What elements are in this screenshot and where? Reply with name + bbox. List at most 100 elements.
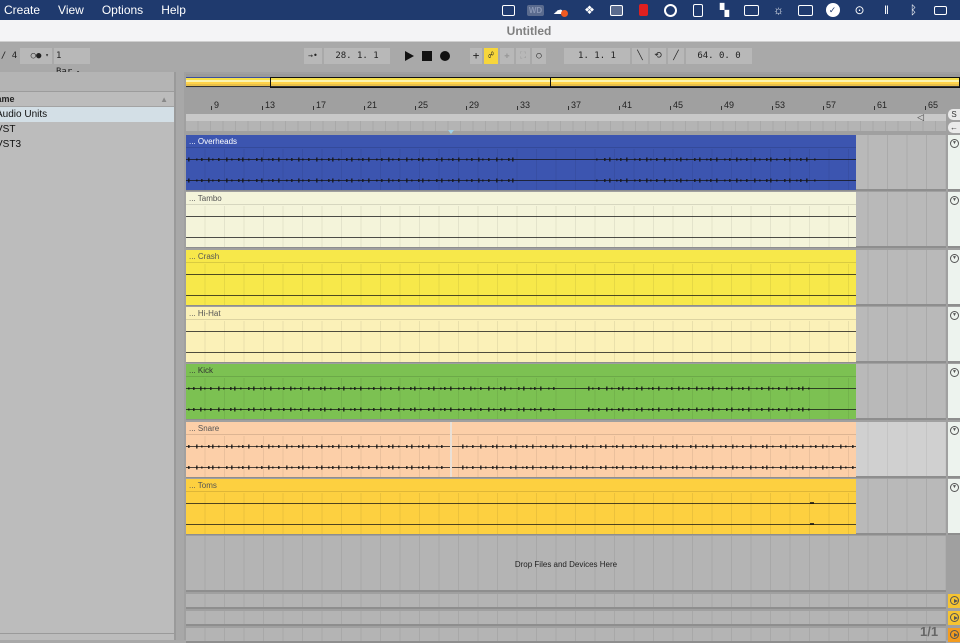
menu-options[interactable]: Options: [93, 0, 152, 20]
metronome-dropdown-icon[interactable]: ▾: [42, 48, 52, 64]
fold-icon[interactable]: ▼: [950, 310, 959, 320]
automation-arm-button[interactable]: ☍: [484, 48, 498, 64]
clip-title[interactable]: ... Overheads: [186, 135, 856, 148]
quantization-select[interactable]: 1 Bar▾: [54, 48, 90, 77]
circle-icon[interactable]: [657, 0, 684, 20]
browser-column-header[interactable]: Name ▲: [0, 92, 174, 107]
track-lane[interactable]: ... Overheads: [186, 135, 946, 191]
loop-end-marker-icon[interactable]: ◁: [917, 113, 924, 122]
punch-out-button[interactable]: ╱: [668, 48, 684, 64]
clip-title[interactable]: ... Toms: [186, 479, 856, 492]
browser-item-vst[interactable]: VST: [0, 122, 174, 137]
audio-clip[interactable]: ... Crash: [186, 249, 856, 305]
dropbox-icon[interactable]: ❖: [576, 0, 603, 20]
track-lane[interactable]: ... Snare: [186, 421, 946, 478]
clip-split-line: [450, 421, 452, 477]
menu-help[interactable]: Help: [152, 0, 195, 20]
clip-title[interactable]: ... Hi-Hat: [186, 307, 856, 320]
arrangement-overview[interactable]: [186, 74, 960, 88]
loop-start-field[interactable]: 1. 1. 1: [564, 48, 630, 64]
browser-header: [0, 72, 174, 92]
session-record-button[interactable]: ○: [532, 48, 546, 64]
play-circle-icon[interactable]: ⊙: [846, 0, 873, 20]
capture-button[interactable]: ⛶: [516, 48, 530, 64]
menu-view[interactable]: View: [49, 0, 93, 20]
wd-drive-icon[interactable]: WD: [522, 0, 549, 20]
fold-icon[interactable]: ▼: [950, 425, 959, 435]
layout-icon[interactable]: ▚: [711, 0, 738, 20]
back-to-arrangement-button[interactable]: ✚: [500, 48, 514, 64]
arrangement-position-field[interactable]: 28. 1. 1: [324, 48, 390, 64]
brightness-icon[interactable]: ☼: [765, 0, 792, 20]
add-button[interactable]: +: [470, 48, 482, 64]
track-header[interactable]: ▼: [948, 306, 960, 363]
audio-clip[interactable]: ... Toms: [186, 478, 856, 534]
track-lane[interactable]: ... Hi-Hat: [186, 306, 946, 363]
clip-grid: [186, 435, 856, 477]
fold-icon[interactable]: ▼: [950, 253, 959, 263]
record-button[interactable]: [440, 51, 450, 61]
audio-clip[interactable]: ... Kick: [186, 364, 856, 420]
camera-icon[interactable]: [792, 0, 819, 20]
overview-viewport[interactable]: [270, 77, 960, 88]
track-header[interactable]: ▼: [948, 478, 960, 535]
time-signature-denominator[interactable]: / 4: [0, 48, 18, 64]
scrub-area[interactable]: [186, 121, 946, 131]
loop-toggle-button[interactable]: ⟲: [650, 48, 666, 64]
window-icon[interactable]: [927, 0, 954, 20]
sort-icon[interactable]: ▲: [160, 92, 168, 107]
audio-clip[interactable]: ... Snare: [186, 421, 856, 477]
return-track-a-lane[interactable]: [186, 594, 946, 609]
track-header[interactable]: ▼: [948, 421, 960, 478]
track-lane[interactable]: ... Toms: [186, 478, 946, 535]
stop-button[interactable]: [422, 51, 432, 61]
track-lane[interactable]: ... Crash: [186, 249, 946, 306]
track-header[interactable]: ▼: [948, 135, 960, 191]
ruler-bar-61: 61: [873, 100, 888, 110]
fold-icon[interactable]: ▼: [950, 139, 959, 148]
s-button[interactable]: S: [948, 109, 960, 120]
keyboard-viewer-icon[interactable]: [495, 0, 522, 20]
return-track-b-lane[interactable]: [186, 611, 946, 626]
fold-icon[interactable]: ▼: [950, 482, 959, 492]
flashcard-icon[interactable]: [630, 0, 657, 20]
track-header[interactable]: ▼: [948, 192, 960, 249]
punch-in-button[interactable]: ╲: [632, 48, 648, 64]
drive-icon[interactable]: [603, 0, 630, 20]
audio-clip[interactable]: ... Tambo: [186, 192, 856, 248]
display-icon[interactable]: [738, 0, 765, 20]
clip-title[interactable]: ... Crash: [186, 250, 856, 263]
creative-cloud-icon[interactable]: ☁: [549, 0, 576, 20]
browser-item-vst3[interactable]: VST3: [0, 137, 174, 152]
audio-clip[interactable]: ... Overheads: [186, 135, 856, 190]
loop-length-field[interactable]: 64. 0. 0: [686, 48, 752, 64]
follow-button[interactable]: →•: [304, 48, 322, 64]
menu-create[interactable]: Create: [0, 0, 49, 20]
drop-zone[interactable]: Drop Files and Devices Here: [186, 536, 946, 592]
return-track-a-fold-button[interactable]: [948, 594, 960, 608]
window-title: Untitled: [506, 24, 552, 38]
fold-icon[interactable]: ▼: [950, 368, 959, 378]
audio-clip[interactable]: ... Hi-Hat: [186, 306, 856, 362]
back-arrow-button[interactable]: ←: [948, 122, 960, 133]
track-header[interactable]: ▼: [948, 364, 960, 421]
checkmark-icon[interactable]: ✓: [819, 0, 846, 20]
track-header[interactable]: ▼: [948, 249, 960, 306]
clip-title[interactable]: ... Snare: [186, 422, 856, 435]
track-lane[interactable]: ... Tambo: [186, 192, 946, 249]
play-button[interactable]: [405, 51, 414, 61]
track-lane[interactable]: ... Kick: [186, 364, 946, 421]
return-track-b-fold-button[interactable]: [948, 611, 960, 625]
master-track-lane[interactable]: [186, 628, 946, 643]
beat-time-ruler[interactable]: 9 13 17 21 25 29 33 37 41 45 49 53 57 61 65: [184, 96, 960, 114]
airpods-icon[interactable]: ǁ: [873, 0, 900, 20]
notes-icon[interactable]: [684, 0, 711, 20]
browser-item-audio-units[interactable]: Audio Units: [0, 107, 174, 122]
bluetooth-icon[interactable]: ᛒ: [900, 0, 927, 20]
clip-title[interactable]: ... Kick: [186, 364, 856, 378]
loop-bar[interactable]: ◁: [186, 113, 946, 122]
fold-icon[interactable]: ▼: [950, 196, 959, 206]
clip-title[interactable]: ... Tambo: [186, 192, 856, 206]
status-icons: WD ☁ ❖ ▚ ☼ ✓ ⊙ ǁ ᛒ: [495, 0, 954, 20]
ruler-bar-53: 53: [771, 100, 786, 110]
